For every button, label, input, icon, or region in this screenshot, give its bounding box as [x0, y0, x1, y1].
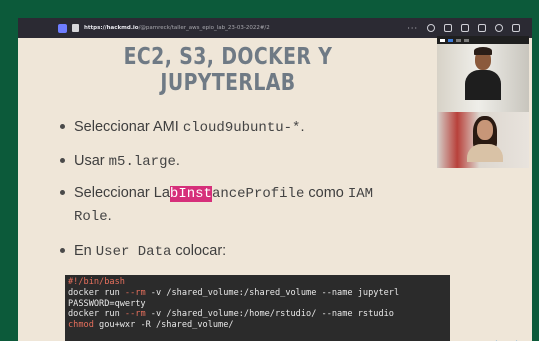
bullet-text: Usar m5.large.	[74, 150, 180, 173]
browser-toolbar: https://hackmd.io/@pamreck/taller_aws_ep…	[18, 18, 532, 38]
bullet-dot-icon	[60, 124, 65, 129]
lock-icon[interactable]	[72, 24, 79, 32]
account-icon[interactable]	[495, 24, 503, 32]
code-line: #!/bin/bash	[68, 277, 125, 287]
bullet-suffix: .	[175, 153, 180, 169]
video-tile-2[interactable]	[437, 112, 529, 168]
bullet-item-ami: Seleccionar AMI cloud9ubuntu-*.	[60, 116, 304, 139]
page-actions-icon[interactable]: ···	[407, 24, 418, 33]
screen-frame: https://hackmd.io/@pamreck/taller_aws_ep…	[0, 0, 539, 341]
bullet-text: Seleccionar LabInstanceProfile como IAM R…	[74, 182, 373, 228]
video-controls[interactable]	[437, 36, 529, 44]
reader-icon[interactable]	[478, 24, 486, 32]
bullet-item-iam-role: Seleccionar LabInstanceProfile como IAM R…	[60, 182, 373, 228]
participant-hair	[474, 47, 492, 55]
bullet-text: En User Data colocar:	[74, 240, 226, 263]
participant-body	[465, 70, 501, 100]
inline-code: anceProfile	[211, 186, 305, 202]
bullet-suffix: colocar:	[171, 243, 227, 259]
bullet-item-instance-type: Usar m5.large.	[60, 150, 180, 173]
url-bar[interactable]: https://hackmd.io/@pamreck/taller_aws_ep…	[84, 25, 270, 31]
inline-code: Role	[74, 209, 108, 225]
star-icon[interactable]	[444, 24, 452, 32]
code-line: chmod gou+wxr -R /shared_volume/	[68, 320, 234, 331]
highlighted-text: bInst	[169, 186, 212, 202]
library-icon[interactable]	[461, 24, 469, 32]
code-block: #!/bin/bash docker run --rm -v /shared_v…	[65, 275, 450, 341]
shield-icon[interactable]	[58, 23, 67, 33]
code-line: docker run --rm -v /shared_volume:/share…	[68, 287, 400, 298]
bullet-mid: como	[304, 185, 348, 201]
slide-title: EC2, S3, DOCKER Y JUPYTERLAB	[123, 44, 333, 96]
bullet-prefix: Seleccionar AMI	[74, 119, 183, 135]
browser-window: https://hackmd.io/@pamreck/taller_aws_ep…	[18, 18, 532, 341]
url-path: /@pamreck/taller_aws_epio_lab_23-03-2022…	[138, 25, 270, 31]
inline-code: m5.large	[108, 154, 176, 170]
pocket-icon[interactable]	[427, 24, 435, 32]
inline-code: User Data	[95, 244, 172, 260]
bullet-prefix: En	[74, 243, 96, 259]
bullet-dot-icon	[60, 190, 65, 195]
bullet-text: Seleccionar AMI cloud9ubuntu-*.	[74, 116, 304, 139]
video-feed	[437, 112, 529, 168]
bullet-prefix: Usar	[74, 153, 109, 169]
bullet-suffix: .	[107, 208, 112, 224]
bullet-suffix: .	[300, 119, 305, 135]
video-tile-1[interactable]: E. Palacios Moreno	[437, 36, 529, 120]
bullet-dot-icon	[60, 158, 65, 163]
participant-head	[477, 120, 493, 140]
menu-icon[interactable]	[512, 24, 520, 32]
inline-code: IAM	[347, 186, 374, 202]
bullet-dot-icon	[60, 248, 65, 253]
bullet-prefix: Seleccionar La	[74, 185, 170, 201]
url-domain: https://hackmd.io	[84, 25, 139, 31]
participant-body	[467, 144, 503, 162]
code-line: PASSWORD=qwerty	[68, 298, 146, 309]
code-line: docker run --rm -v /shared_volume:/home/…	[68, 309, 394, 320]
bullet-item-user-data: En User Data colocar:	[60, 240, 226, 263]
video-feed: E. Palacios Moreno	[437, 44, 529, 120]
toolbar-right-icons: ···	[407, 24, 532, 33]
inline-code: cloud9ubuntu-*	[182, 120, 301, 136]
